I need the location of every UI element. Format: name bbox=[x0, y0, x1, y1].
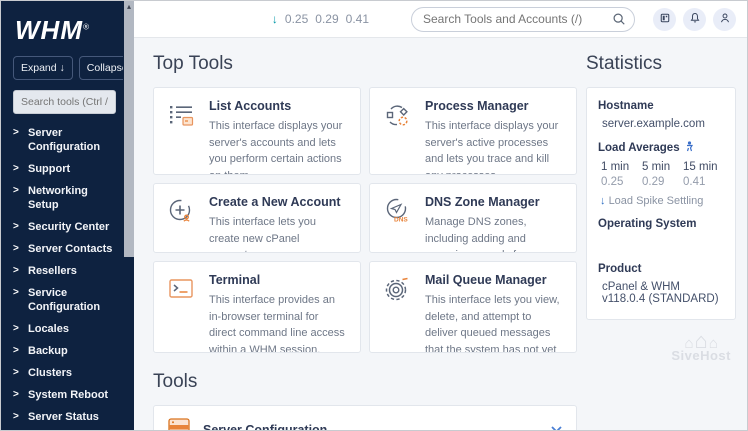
statistics-panel: Hostname server.example.com Load Average… bbox=[586, 87, 736, 320]
top-tools-grid: List Accounts This interface displays yo… bbox=[153, 87, 577, 353]
product-label: Product bbox=[598, 263, 724, 275]
load-1min: 0.25 bbox=[285, 12, 308, 26]
sidebar: WHM® Expand ↓ Collapse ↑ >Server Configu… bbox=[1, 1, 134, 430]
expand-button[interactable]: Expand ↓ bbox=[13, 56, 73, 80]
sidebar-scrollbar-thumb[interactable]: ▴ bbox=[124, 1, 134, 257]
chevron-right-icon: > bbox=[13, 184, 28, 196]
card-dns-zone-manager[interactable]: DNS DNS Zone Manager Manage DNS zones, i… bbox=[369, 183, 577, 253]
card-title: Process Manager bbox=[425, 99, 563, 113]
list-accounts-icon bbox=[167, 99, 197, 163]
expand-arrow-icon: ↓ bbox=[60, 62, 65, 74]
operating-system-value bbox=[602, 236, 724, 252]
chevron-right-icon: > bbox=[13, 126, 28, 138]
topbar: ↓ 0.25 0.29 0.41 bbox=[134, 1, 747, 38]
sidebar-item-locales[interactable]: >Locales bbox=[13, 322, 120, 336]
card-description: This interface displays your server's ac… bbox=[209, 118, 347, 175]
chevron-right-icon: > bbox=[13, 220, 28, 232]
load-spike-settling[interactable]: ↓ Load Spike Settling bbox=[600, 195, 724, 207]
bell-icon bbox=[689, 12, 701, 27]
down-arrow-icon: ↓ bbox=[600, 195, 606, 207]
mail-queue-icon bbox=[383, 273, 413, 341]
chevron-right-icon: > bbox=[13, 388, 28, 400]
load-15min: 0.41 bbox=[346, 12, 369, 26]
card-description: This interface displays your server's ac… bbox=[425, 118, 563, 175]
sidebar-item-backup[interactable]: >Backup bbox=[13, 344, 120, 358]
sidebar-item-support[interactable]: >Support bbox=[13, 162, 120, 176]
content-area: Top Tools List Accounts This interface d… bbox=[134, 38, 747, 430]
user-icon bbox=[719, 12, 731, 27]
chevron-down-icon[interactable] bbox=[550, 421, 563, 431]
card-list-accounts[interactable]: List Accounts This interface displays yo… bbox=[153, 87, 361, 175]
chevron-right-icon: > bbox=[13, 162, 28, 174]
sidebar-item-server-configuration[interactable]: >Server Configuration bbox=[13, 126, 120, 154]
topbar-load-averages: ↓ 0.25 0.29 0.41 bbox=[272, 12, 369, 26]
card-description: This interface provides an in-browser te… bbox=[209, 292, 347, 353]
sidebar-nav: >Server Configuration >Support >Networki… bbox=[13, 126, 120, 431]
scroll-up-icon[interactable]: ▴ bbox=[124, 1, 134, 13]
server-icon bbox=[167, 416, 191, 431]
load-averages-label: Load Averages bbox=[598, 142, 680, 154]
chevron-right-icon: > bbox=[13, 410, 28, 422]
chevron-right-icon: > bbox=[13, 322, 28, 334]
load-5min: 0.29 bbox=[315, 12, 338, 26]
sidebar-item-server-status[interactable]: >Server Status bbox=[13, 410, 120, 424]
sidebar-item-server-contacts[interactable]: >Server Contacts bbox=[13, 242, 120, 256]
chevron-right-icon: > bbox=[13, 366, 28, 378]
tools-group-label: Server Configuration bbox=[203, 423, 550, 431]
card-title: DNS Zone Manager bbox=[425, 195, 563, 209]
tools-title: Tools bbox=[153, 371, 577, 393]
statistics-title: Statistics bbox=[586, 53, 736, 75]
sidebar-item-system-reboot[interactable]: >System Reboot bbox=[13, 388, 120, 402]
card-title: Terminal bbox=[209, 273, 347, 287]
user-button[interactable] bbox=[713, 8, 736, 31]
card-process-manager[interactable]: Process Manager This interface displays … bbox=[369, 87, 577, 175]
whm-screen: WHM® Expand ↓ Collapse ↑ >Server Configu… bbox=[0, 0, 748, 431]
sidebar-item-networking-setup[interactable]: >Networking Setup bbox=[13, 184, 120, 212]
svg-text:DNS: DNS bbox=[394, 217, 408, 224]
card-mail-queue-manager[interactable]: Mail Queue Manager This interface lets y… bbox=[369, 261, 577, 353]
top-tools-title: Top Tools bbox=[153, 53, 577, 75]
tools-group-server-configuration[interactable]: Server Configuration bbox=[154, 406, 576, 431]
card-title: Mail Queue Manager bbox=[425, 273, 563, 287]
terminal-icon bbox=[167, 273, 197, 341]
sidebar-scrollbar[interactable]: ▴ bbox=[123, 1, 134, 430]
load-columns: 1 min5 min15 min bbox=[601, 161, 724, 173]
server-info-button[interactable] bbox=[653, 8, 676, 31]
operating-system-label: Operating System bbox=[598, 218, 724, 230]
load-history-icon[interactable] bbox=[685, 141, 694, 155]
hostname-value: server.example.com bbox=[602, 118, 724, 130]
registered-mark: ® bbox=[83, 22, 90, 31]
server-info-icon bbox=[659, 12, 671, 27]
notifications-button[interactable] bbox=[683, 8, 706, 31]
dns-zone-icon: DNS bbox=[383, 195, 413, 241]
whm-logo: WHM® bbox=[15, 15, 120, 46]
card-title: Create a New Account bbox=[209, 195, 347, 209]
load-down-arrow-icon: ↓ bbox=[272, 12, 278, 26]
card-description: This interface lets you create new cPane… bbox=[209, 214, 347, 253]
card-description: Manage DNS zones, including adding and r… bbox=[425, 214, 563, 253]
card-terminal[interactable]: Terminal This interface provides an in-b… bbox=[153, 261, 361, 353]
create-account-icon bbox=[167, 195, 197, 241]
chevron-right-icon: > bbox=[13, 286, 28, 298]
chevron-right-icon: > bbox=[13, 264, 28, 276]
hostname-label: Hostname bbox=[598, 100, 724, 112]
chevron-right-icon: > bbox=[13, 344, 28, 356]
product-value: cPanel & WHM v118.0.4 (STANDARD) bbox=[602, 281, 724, 305]
global-search-input[interactable] bbox=[411, 7, 635, 32]
sidebar-item-service-configuration[interactable]: >Service Configuration bbox=[13, 286, 120, 314]
card-create-new-account[interactable]: Create a New Account This interface lets… bbox=[153, 183, 361, 253]
process-manager-icon bbox=[383, 99, 413, 163]
sidebar-item-security-center[interactable]: >Security Center bbox=[13, 220, 120, 234]
card-title: List Accounts bbox=[209, 99, 347, 113]
chevron-right-icon: > bbox=[13, 242, 28, 254]
tools-accordion: Server Configuration bbox=[153, 405, 577, 431]
search-icon[interactable] bbox=[612, 12, 626, 31]
load-values: 0.250.290.41 bbox=[601, 176, 724, 188]
sidebar-search-input[interactable] bbox=[13, 90, 116, 114]
sidebar-item-resellers[interactable]: >Resellers bbox=[13, 264, 120, 278]
card-description: This interface lets you view, delete, an… bbox=[425, 292, 563, 353]
sidebar-item-clusters[interactable]: >Clusters bbox=[13, 366, 120, 380]
